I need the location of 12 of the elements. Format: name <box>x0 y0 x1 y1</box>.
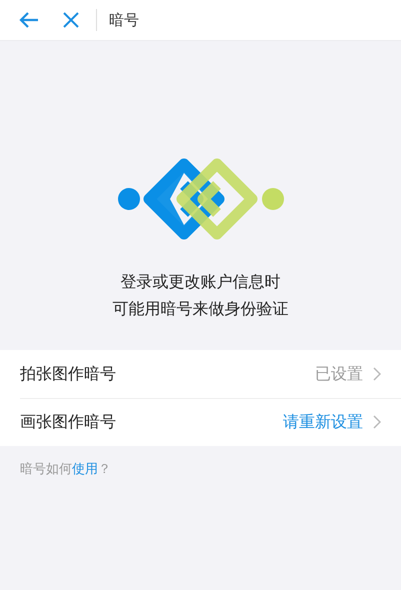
help-text: 暗号如何使用？ <box>20 461 112 478</box>
page-title: 暗号 <box>109 10 139 30</box>
chevron-icon <box>373 367 381 381</box>
option-row[interactable]: 画张图作暗号 请重新设置 <box>0 398 401 446</box>
option-label: 画张图作暗号 <box>20 412 117 432</box>
option-status: 请重新设置 <box>283 412 363 432</box>
chevron-icon <box>373 415 381 429</box>
option-row[interactable]: 拍张图作暗号 已设置 <box>0 350 401 398</box>
intro-text: 可能用暗号来做身份验证 <box>112 299 288 320</box>
option-label: 拍张图作暗号 <box>20 364 117 384</box>
option-status: 已设置 <box>315 364 363 384</box>
intro-text: 登录或更改账户信息时 <box>120 272 282 293</box>
